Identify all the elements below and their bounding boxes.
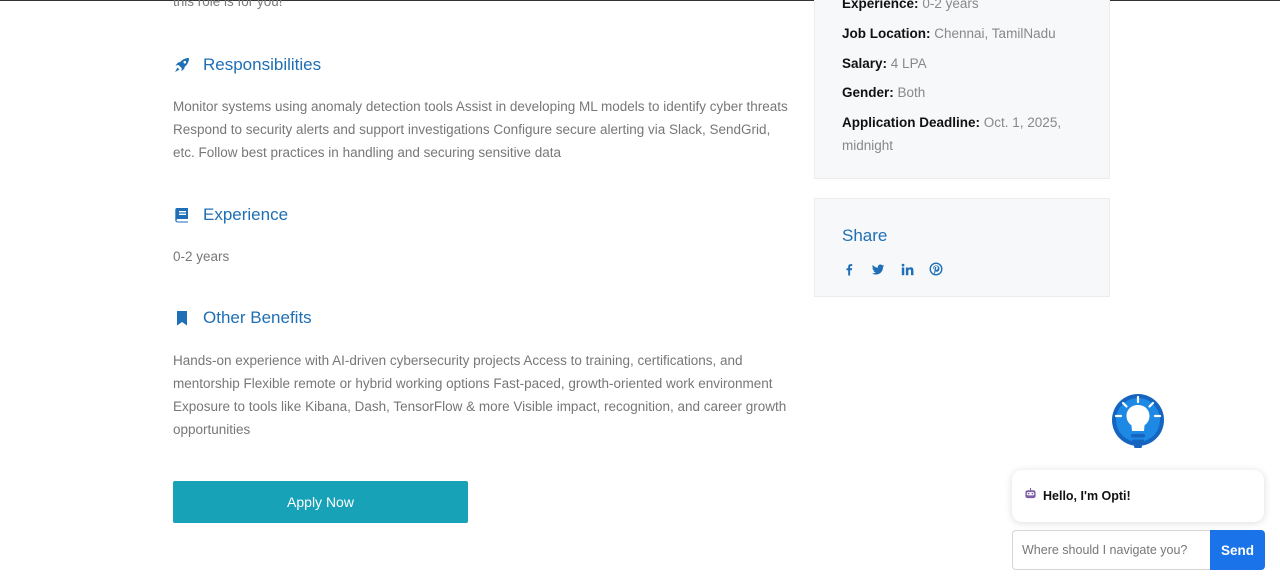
intro-text-tail: this role is for you! — [173, 0, 283, 9]
summary-location-value: Chennai, TamilNadu — [934, 26, 1056, 41]
chat-greeting-bubble: Hello, I'm Opti! — [1012, 470, 1264, 522]
responsibilities-heading: Responsibilities — [173, 55, 321, 75]
experience-text: 0-2 years — [173, 249, 230, 264]
send-button[interactable]: Send — [1210, 530, 1265, 570]
book-icon — [173, 206, 191, 224]
summary-gender: Gender: Both — [842, 81, 1082, 104]
summary-gender-label: Gender: — [842, 85, 894, 100]
summary-deadline-label: Application Deadline: — [842, 115, 981, 130]
chat-greeting-text: Hello, I'm Opti! — [1043, 489, 1131, 503]
summary-salary: Salary: 4 LPA — [842, 52, 1082, 75]
share-title: Share — [842, 226, 888, 245]
responsibilities-text: Monitor systems using anomaly detection … — [173, 99, 788, 160]
summary-deadline: Application Deadline: Oct. 1, 2025, midn… — [842, 111, 1082, 157]
rocket-icon — [173, 56, 191, 74]
summary-experience: Experience: 0-2 years — [842, 0, 1082, 15]
benefits-heading: Other Benefits — [173, 308, 312, 328]
linkedin-icon[interactable] — [899, 261, 915, 277]
share-card: Share — [814, 198, 1110, 297]
facebook-icon[interactable] — [841, 261, 857, 277]
robot-icon — [1024, 487, 1037, 505]
summary-salary-value: 4 LPA — [890, 56, 927, 71]
twitter-icon[interactable] — [870, 261, 886, 277]
summary-experience-label: Experience: — [842, 0, 919, 11]
pinterest-icon[interactable] — [928, 261, 944, 277]
chat-input[interactable] — [1012, 530, 1210, 570]
summary-location: Job Location: Chennai, TamilNadu — [842, 22, 1082, 45]
benefits-title: Other Benefits — [203, 308, 312, 327]
experience-heading: Experience — [173, 205, 288, 225]
summary-location-label: Job Location: — [842, 26, 931, 41]
share-icons — [841, 261, 944, 277]
summary-experience-value: 0-2 years — [922, 0, 979, 11]
summary-gender-value: Both — [897, 85, 926, 100]
job-summary-card: Experience: 0-2 years Job Location: Chen… — [814, 0, 1110, 179]
responsibilities-title: Responsibilities — [203, 55, 322, 74]
bookmark-icon — [173, 309, 191, 327]
apply-now-button[interactable]: Apply Now — [173, 481, 468, 523]
lightbulb-icon[interactable] — [1110, 393, 1166, 455]
benefits-text: Hands-on experience with AI-driven cyber… — [173, 353, 787, 437]
experience-title: Experience — [203, 205, 289, 224]
summary-salary-label: Salary: — [842, 56, 888, 71]
